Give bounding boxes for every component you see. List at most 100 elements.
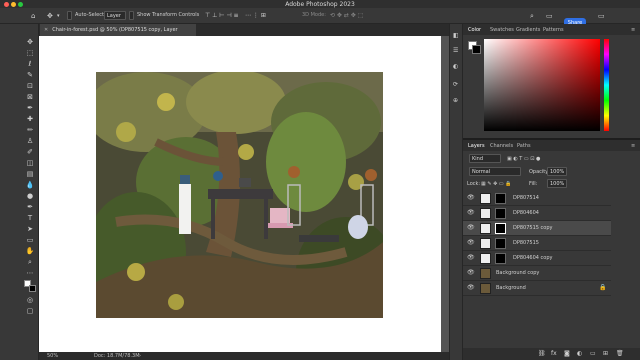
delete-layer-icon[interactable]: 🗑 (616, 350, 624, 358)
frame-tool-icon[interactable]: ⊠ (24, 93, 36, 101)
healing-brush-tool-icon[interactable]: ✚ (24, 115, 36, 123)
rectangle-tool-icon[interactable]: ▭ (24, 236, 36, 244)
layer-row[interactable]: 👁 Background 🔒 (463, 281, 611, 296)
panel-menu-icon[interactable]: ≡ (631, 27, 635, 33)
tab-patterns[interactable]: Patterns (543, 27, 564, 33)
tab-paths[interactable]: Paths (517, 143, 531, 149)
dodge-tool-icon[interactable]: ● (24, 192, 36, 200)
layer-row[interactable]: 👁 DP807514 (463, 191, 611, 206)
zoom-tool-icon[interactable]: ⌕ (24, 258, 36, 266)
layer-mask-thumbnail[interactable] (495, 208, 506, 219)
visibility-eye-icon[interactable]: 👁 (467, 224, 475, 231)
opacity-input[interactable]: 100% (547, 167, 567, 176)
clone-stamp-tool-icon[interactable]: ♙ (24, 137, 36, 145)
adjustments-icon[interactable]: ◐ (453, 63, 458, 71)
lock-icons[interactable]: ▦ ✎ ✥ ▭ 🔒 (481, 180, 511, 188)
vertical-scrollbar[interactable] (441, 36, 449, 352)
pen-tool-icon[interactable]: ✒ (24, 203, 36, 211)
eraser-tool-icon[interactable]: ◫ (24, 159, 36, 167)
layer-thumbnail (480, 238, 491, 249)
layer-row-selected[interactable]: 👁 DP807515 copy (463, 221, 611, 236)
eyedropper-tool-icon[interactable]: ✒ (24, 104, 36, 112)
background-color-swatch[interactable] (29, 285, 36, 292)
layers-list: 👁 DP807514 👁 DP804604 👁 DP807515 copy 👁 … (463, 191, 640, 351)
layer-row[interactable]: 👁 Background copy (463, 266, 611, 281)
crop-tool-icon[interactable]: ⊡ (24, 82, 36, 90)
home-icon[interactable]: ⌂ (31, 12, 35, 20)
adjustment-layer-icon[interactable]: ◐ (577, 350, 582, 358)
visibility-eye-icon[interactable]: 👁 (467, 194, 475, 201)
auto-select-target-dropdown[interactable]: Layer (104, 11, 126, 20)
blend-mode-dropdown[interactable]: Normal (469, 167, 521, 176)
zoom-level[interactable]: 50% (47, 353, 58, 359)
tab-swatches[interactable]: Swatches (490, 27, 514, 33)
move-tool-icon[interactable]: ✥ (24, 38, 36, 46)
visibility-eye-icon[interactable]: 👁 (467, 209, 475, 216)
new-layer-icon[interactable]: ⊞ (603, 350, 608, 358)
add-mask-icon[interactable]: ◙ (564, 350, 570, 358)
transform-controls-checkbox[interactable] (129, 11, 134, 20)
layer-row[interactable]: 👁 DP807515 (463, 236, 611, 251)
layer-mask-thumbnail[interactable] (495, 253, 506, 264)
lock-icon[interactable]: 🔒 (599, 284, 606, 291)
opacity-value: 100% (550, 169, 565, 175)
workspace-switcher-icon[interactable]: ▭ (598, 12, 605, 20)
search-icon[interactable]: ⌕ (530, 12, 534, 20)
gradient-tool-icon[interactable]: ▤ (24, 170, 36, 178)
hue-slider[interactable] (604, 39, 609, 131)
status-menu-chevron-icon[interactable]: › (139, 353, 141, 359)
screen-mode-icon[interactable]: ▢ (24, 307, 36, 315)
auto-select-label: Auto-Select (75, 12, 104, 18)
layer-name: DP804604 copy (513, 255, 553, 261)
marquee-tool-icon[interactable]: ⬚ (24, 49, 36, 57)
fill-input[interactable]: 100% (547, 179, 567, 188)
history-brush-tool-icon[interactable]: ✐ (24, 148, 36, 156)
layer-row[interactable]: 👁 DP804604 (463, 206, 611, 221)
workspace-icon[interactable]: ▭ (546, 12, 553, 20)
background-swatch[interactable] (472, 45, 481, 54)
properties-icon[interactable]: ◧ (453, 32, 459, 40)
actions-icon[interactable]: ⊕ (453, 97, 458, 105)
auto-select-checkbox[interactable] (67, 11, 72, 20)
brush-tool-icon[interactable]: ✏ (24, 126, 36, 134)
document-size[interactable]: Doc: 18.7M/78.3M (94, 353, 140, 359)
tab-channels[interactable]: Channels (490, 143, 513, 149)
move-tool-icon[interactable]: ✥ (47, 12, 53, 20)
history-icon[interactable]: ⟳ (453, 81, 458, 89)
lasso-tool-icon[interactable]: ℓ (24, 60, 36, 68)
layer-mask-thumbnail[interactable] (495, 223, 506, 234)
link-layers-icon[interactable]: ⛓ (538, 350, 546, 358)
close-tab-icon[interactable]: ✕ (44, 27, 48, 33)
layers-menu-icon[interactable]: ≡ (631, 143, 635, 149)
layer-mask-thumbnail[interactable] (495, 193, 506, 204)
filter-icons[interactable]: ▣ ◐ T ▭ ⊡ ● (507, 155, 540, 163)
visibility-eye-icon[interactable]: 👁 (467, 254, 475, 261)
visibility-eye-icon[interactable]: 👁 (467, 269, 475, 276)
visibility-eye-icon[interactable]: 👁 (467, 239, 475, 246)
align-icons[interactable]: ⊤ ⊥ ⊢ ⊣ ≡ (205, 12, 239, 20)
quick-mask-icon[interactable]: ◎ (24, 296, 36, 304)
layer-mask-thumbnail[interactable] (495, 238, 506, 249)
visibility-eye-icon[interactable]: 👁 (467, 284, 475, 291)
new-group-icon[interactable]: ▭ (590, 350, 596, 358)
transform-controls-label: Show Transform Controls (137, 12, 200, 18)
chevron-down-icon[interactable]: ▾ (57, 12, 60, 20)
layer-style-icon[interactable]: fx (551, 350, 557, 358)
color-picker-field[interactable] (484, 39, 600, 131)
tab-layers[interactable]: Layers (468, 143, 485, 149)
tab-color[interactable]: Color (468, 27, 481, 33)
tab-gradients[interactable]: Gradients (516, 27, 540, 33)
layer-row[interactable]: 👁 DP804604 copy (463, 251, 611, 266)
path-selection-tool-icon[interactable]: ➤ (24, 225, 36, 233)
type-tool-icon[interactable]: T (24, 214, 36, 222)
distribute-icons[interactable]: ⋯ ⋮ ⊞ (245, 12, 266, 20)
libraries-icon[interactable]: ☰ (453, 47, 458, 55)
document-tab[interactable]: ✕ Chair-in-forest.psd @ 50% (DP807515 cop… (40, 24, 196, 45)
hand-tool-icon[interactable]: ✋ (24, 247, 36, 255)
quick-selection-tool-icon[interactable]: ✎ (24, 71, 36, 79)
artwork-image[interactable] (96, 72, 383, 318)
more-tools-icon[interactable]: ⋯ (24, 269, 36, 277)
filter-kind-dropdown[interactable]: Kind (469, 154, 501, 163)
3d-mode-icons[interactable]: ⟲ ✥ ⇄ ✥ ⬚ (330, 12, 363, 20)
blur-tool-icon[interactable]: 💧 (24, 181, 36, 189)
